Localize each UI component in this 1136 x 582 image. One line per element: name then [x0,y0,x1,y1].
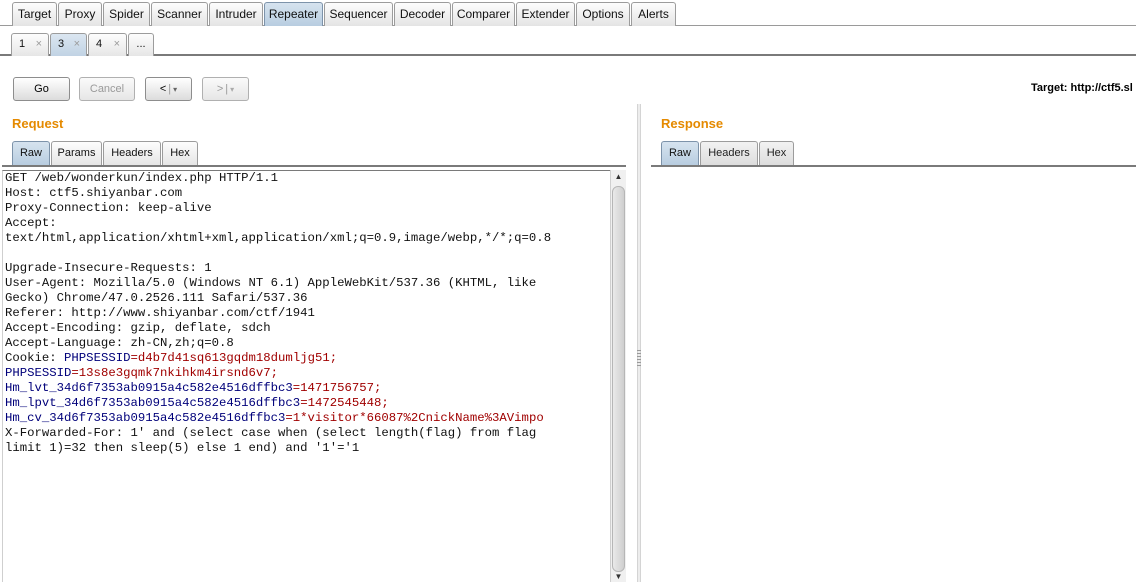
request-tab-headers[interactable]: Headers [103,141,161,165]
request-line-text: text/html,application/xhtml+xml,applicat… [5,231,552,245]
tab-extender[interactable]: Extender [516,2,575,26]
tab-scanner[interactable]: Scanner [151,2,208,26]
response-title: Response [661,116,724,131]
close-icon[interactable]: × [114,34,120,55]
repeater-tab-3[interactable]: 3 × [50,33,87,56]
request-line: Accept: [5,216,610,231]
cookie-value: =1472545448; [300,396,389,410]
request-line-text: X-Forwarded-For: 1' and (select case whe… [5,426,537,440]
close-icon[interactable]: × [36,34,42,55]
request-line: X-Forwarded-For: 1' and (select case whe… [5,426,610,441]
response-editor[interactable] [651,168,1136,582]
cookie-value: =1*visitor*66087%2CnickName%3AVimpo [285,411,544,425]
back-button[interactable]: < | ▾ [145,77,192,101]
request-line-text: User-Agent: Mozilla/5.0 (Windows NT 6.1)… [5,276,537,290]
divider-grip-icon[interactable] [637,350,641,366]
response-tab-hex[interactable]: Hex [759,141,794,165]
request-line-text: Referer: http://www.shiyanbar.com/ctf/19… [5,306,315,320]
request-line [5,246,610,261]
request-line-text: Host: ctf5.shiyanbar.com [5,186,183,200]
request-line: Proxy-Connection: keep-alive [5,201,610,216]
forward-button[interactable]: > | ▾ [202,77,249,101]
tab-target[interactable]: Target [12,2,57,26]
request-tab-raw[interactable]: Raw [12,141,50,165]
go-button[interactable]: Go [13,77,70,101]
cookie-name: PHPSESSID [5,366,72,380]
repeater-tab-bar: 1 × 3 × 4 × ... [0,31,1136,56]
request-line: Upgrade-Insecure-Requests: 1 [5,261,610,276]
request-line-text: Gecko) Chrome/47.0.2526.111 Safari/537.3… [5,291,308,305]
request-line-text: Upgrade-Insecure-Requests: 1 [5,261,212,275]
target-label[interactable]: Target: http://ctf5.sl [1031,82,1133,94]
repeater-tab-label: 3 [58,38,65,50]
scrollbar-thumb[interactable] [612,186,625,572]
request-line: Accept-Language: zh-CN,zh;q=0.8 [5,336,610,351]
request-raw-text[interactable]: GET /web/wonderkun/index.php HTTP/1.1 Hos… [3,171,610,456]
chevron-down-icon: ▾ [173,85,178,94]
response-tab-headers[interactable]: Headers [700,141,758,165]
scroll-up-icon[interactable]: ▲ [611,170,626,184]
burp-suite-window: Target Proxy Spider Scanner Intruder Rep… [0,0,1136,582]
request-line-text: Cookie: [5,351,65,365]
tab-intruder[interactable]: Intruder [209,2,263,26]
request-tab-hex[interactable]: Hex [162,141,198,165]
tab-comparer[interactable]: Comparer [452,2,515,26]
request-tab-params[interactable]: Params [51,141,102,165]
request-line: GET /web/wonderkun/index.php HTTP/1.1 [5,171,610,186]
cancel-button[interactable]: Cancel [79,77,135,101]
request-line-text: Accept-Encoding: gzip, deflate, sdch [5,321,271,335]
request-line-text: GET /web/wonderkun/index.php HTTP/1.1 [5,171,279,185]
request-line-text: limit 1)=32 then sleep(5) else 1 end) an… [5,441,360,455]
repeater-tab-4[interactable]: 4 × [88,33,127,56]
tab-options[interactable]: Options [576,2,630,26]
tab-alerts[interactable]: Alerts [631,2,676,26]
cookie-name: Hm_cv_34d6f7353ab0915a4c582e4516dffbc3 [5,411,286,425]
request-line: User-Agent: Mozilla/5.0 (Windows NT 6.1)… [5,276,610,291]
forward-arrow-icon: > [216,83,224,95]
request-line: Referer: http://www.shiyanbar.com/ctf/19… [5,306,610,321]
request-scrollbar[interactable]: ▲ ▼ [610,170,626,582]
request-line-text [5,246,12,260]
main-tab-bar: Target Proxy Spider Scanner Intruder Rep… [0,0,1136,26]
request-line: Hm_cv_34d6f7353ab0915a4c582e4516dffbc3=1… [5,411,610,426]
request-line: Gecko) Chrome/47.0.2526.111 Safari/537.3… [5,291,610,306]
request-editor[interactable]: GET /web/wonderkun/index.php HTTP/1.1 Hos… [2,170,610,582]
response-tabs-divider [651,165,1136,167]
close-icon[interactable]: × [74,34,80,55]
tab-repeater[interactable]: Repeater [264,2,323,26]
request-line: Host: ctf5.shiyanbar.com [5,186,610,201]
tab-sequencer[interactable]: Sequencer [324,2,393,26]
tab-spider[interactable]: Spider [103,2,150,26]
request-line: Cookie: PHPSESSID=d4b7d41sq613gqdm18duml… [5,351,610,366]
cookie-value: =d4b7d41sq613gqdm18dumljg51; [130,351,338,365]
request-line-text: Accept-Language: zh-CN,zh;q=0.8 [5,336,234,350]
tab-proxy[interactable]: Proxy [58,2,102,26]
new-tab-button[interactable]: ... [128,33,154,56]
tab-decoder[interactable]: Decoder [394,2,451,26]
cookie-value: =13s8e3gqmk7nkihkm4irsnd6v7; [71,366,279,380]
repeater-tab-label: 4 [96,38,103,50]
cookie-name: PHPSESSID [64,351,131,365]
cookie-value: =1471756757; [292,381,382,395]
chevron-down-icon: ▾ [230,85,235,94]
back-arrow-icon: < [159,83,167,95]
split-pane-divider[interactable] [637,104,641,582]
request-line: PHPSESSID=13s8e3gqmk7nkihkm4irsnd6v7; [5,366,610,381]
repeater-tab-label: 1 [19,38,26,50]
cookie-name: Hm_lpvt_34d6f7353ab0915a4c582e4516dffbc3 [5,396,301,410]
request-line-text: Accept: [5,216,57,230]
request-line: Accept-Encoding: gzip, deflate, sdch [5,321,610,336]
cookie-name: Hm_lvt_34d6f7353ab0915a4c582e4516dffbc3 [5,381,293,395]
request-line-text: Proxy-Connection: keep-alive [5,201,212,215]
request-title: Request [12,116,64,131]
repeater-tab-1[interactable]: 1 × [11,33,49,56]
request-line: text/html,application/xhtml+xml,applicat… [5,231,610,246]
response-tab-raw[interactable]: Raw [661,141,699,165]
scroll-down-icon[interactable]: ▼ [611,572,626,582]
request-line: Hm_lpvt_34d6f7353ab0915a4c582e4516dffbc3… [5,396,610,411]
request-line: Hm_lvt_34d6f7353ab0915a4c582e4516dffbc3=… [5,381,610,396]
request-tabs-divider [2,165,626,167]
request-line: limit 1)=32 then sleep(5) else 1 end) an… [5,441,610,456]
